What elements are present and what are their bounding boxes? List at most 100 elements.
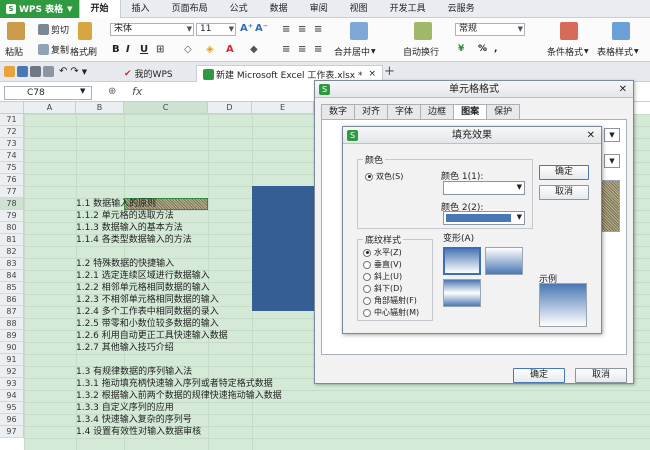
row-header[interactable]: 77 [0, 186, 24, 198]
decrease-font-icon[interactable]: A⁻ [255, 23, 268, 34]
save-icon[interactable] [17, 66, 28, 77]
row-header[interactable]: 96 [0, 414, 24, 426]
close-icon[interactable]: ✕ [587, 127, 595, 144]
row-header[interactable]: 72 [0, 126, 24, 138]
shading-horizontal-radio[interactable]: 水平(Z) [363, 247, 402, 258]
row-header[interactable]: 78 [0, 198, 24, 210]
align-bottom-icon[interactable]: ≡ [314, 24, 322, 35]
row-header[interactable]: 87 [0, 306, 24, 318]
row-header[interactable]: 82 [0, 246, 24, 258]
chevron-down-icon[interactable]: ▼ [604, 128, 620, 142]
cell-style-icon[interactable]: ◇ [184, 44, 192, 55]
column-header[interactable]: A [24, 102, 76, 114]
align-right-icon[interactable]: ≡ [314, 44, 322, 55]
cell-value[interactable]: 1.3.3 自定义序列的应用 [76, 402, 174, 414]
new-tab-icon[interactable]: + [384, 64, 395, 79]
menu-home[interactable]: 开始 [78, 0, 121, 18]
paste-button[interactable]: 粘贴 [5, 45, 23, 58]
format-painter-button[interactable]: 格式刷 [70, 45, 97, 58]
open-folder-icon[interactable] [4, 66, 15, 77]
row-header[interactable]: 75 [0, 162, 24, 174]
wrap-text-button[interactable]: 自动换行 [403, 45, 439, 58]
undo-icon[interactable]: ↶ [59, 66, 67, 77]
cell-value[interactable]: 1.3.2 根据输入前两个数据的规律快速拖动输入数据 [76, 390, 282, 402]
cut-button[interactable]: 剪切 [38, 23, 69, 36]
brush-icon[interactable] [78, 22, 92, 40]
number-format-select[interactable]: 常规 ▼ [455, 23, 525, 36]
cell-value[interactable]: 1.1.3 数据输入的基本方法 [76, 222, 183, 234]
thousands-icon[interactable]: , [494, 44, 497, 54]
color2-select[interactable]: ▼ [443, 211, 525, 225]
name-box[interactable]: C78 [4, 86, 92, 100]
menu-developer[interactable]: 开发工具 [379, 0, 437, 18]
align-left-icon[interactable]: ≡ [282, 44, 290, 55]
conditional-format-button[interactable]: 条件格式 ▼ [547, 45, 589, 58]
close-icon[interactable]: ✕ [619, 81, 627, 98]
row-header[interactable]: 94 [0, 390, 24, 402]
align-top-icon[interactable]: ≡ [282, 24, 290, 35]
increase-font-icon[interactable]: A⁺ [240, 23, 253, 34]
variant-3-swatch[interactable] [443, 279, 481, 307]
row-header[interactable]: 74 [0, 150, 24, 162]
shading-corner-radio[interactable]: 角部辐射(F) [363, 295, 417, 306]
align-center-icon[interactable]: ≡ [298, 44, 306, 55]
cell-value[interactable]: 1.4 设置有效性对输入数据审核 [76, 426, 201, 438]
wrap-icon[interactable] [414, 22, 432, 40]
currency-icon[interactable]: ¥ [458, 44, 464, 54]
chevron-down-icon[interactable]: ▼ [80, 87, 85, 95]
bold-icon[interactable]: B [112, 44, 120, 55]
row-header[interactable]: 73 [0, 138, 24, 150]
redo-icon[interactable]: ↷ [70, 66, 78, 77]
row-header[interactable]: 76 [0, 174, 24, 186]
copy-button[interactable]: 复制 [38, 43, 69, 56]
row-header[interactable]: 88 [0, 318, 24, 330]
filled-cell-range[interactable] [252, 186, 314, 311]
cell-value[interactable]: 1.1.4 各类型数据输入的方法 [76, 234, 192, 246]
cell-value[interactable]: 1.3.1 拖动填充柄快速输入序列或者特定格式数据 [76, 378, 273, 390]
menu-view[interactable]: 视图 [339, 0, 379, 18]
cell-value[interactable]: 1.2.7 其他输入技巧介绍 [76, 342, 174, 354]
italic-icon[interactable]: I [126, 44, 130, 55]
tab-font[interactable]: 字体 [387, 104, 422, 119]
color1-select[interactable]: ▼ [443, 181, 525, 195]
fill-color-icon[interactable]: ◈ [206, 44, 214, 55]
menu-formulas[interactable]: 公式 [219, 0, 259, 18]
dialog-titlebar[interactable]: S 单元格格式 ✕ [315, 81, 633, 98]
cell-value[interactable]: 1.2.6 利用自动更正工具快速输入数据 [76, 330, 228, 342]
menu-page-layout[interactable]: 页面布局 [161, 0, 219, 18]
zoom-icon[interactable]: ⊕ [108, 86, 116, 97]
cell-value[interactable]: 1.2.4 多个工作表中相同数据的录入 [76, 306, 219, 318]
column-header[interactable]: B [76, 102, 124, 114]
tab-protection[interactable]: 保护 [486, 104, 521, 119]
row-header[interactable]: 93 [0, 378, 24, 390]
menu-insert[interactable]: 插入 [121, 0, 161, 18]
row-header[interactable]: 91 [0, 354, 24, 366]
row-header[interactable]: 89 [0, 330, 24, 342]
preview-icon[interactable] [43, 66, 54, 77]
function-icon[interactable]: fx [132, 85, 142, 98]
paste-icon[interactable] [7, 22, 25, 40]
merge-icon[interactable] [350, 22, 368, 40]
border-icon[interactable]: ⊞ [156, 44, 164, 55]
app-menu-button[interactable]: S WPS 表格 ▼ [0, 0, 79, 18]
menu-review[interactable]: 审阅 [299, 0, 339, 18]
cell-value[interactable]: 1.1 数据输入的原则 [76, 198, 156, 210]
row-header[interactable]: 84 [0, 270, 24, 282]
close-icon[interactable]: × [368, 69, 376, 79]
two-color-radio[interactable]: 双色(S) [365, 171, 403, 182]
row-header[interactable]: 71 [0, 114, 24, 126]
select-all-corner[interactable] [0, 102, 24, 114]
print-icon[interactable] [30, 66, 41, 77]
format-ok-button[interactable]: 确定 [513, 368, 565, 383]
tab-number[interactable]: 数字 [321, 104, 356, 119]
dialog-titlebar[interactable]: S 填充效果 ✕ [343, 127, 601, 144]
row-header[interactable]: 81 [0, 234, 24, 246]
font-size-select[interactable]: 11 ▼ [196, 23, 236, 36]
shading-center-radio[interactable]: 中心辐射(M) [363, 307, 419, 318]
menu-data[interactable]: 数据 [259, 0, 299, 18]
tab-alignment[interactable]: 对齐 [354, 104, 389, 119]
cell-value[interactable]: 1.2 特殊数据的快捷输入 [76, 258, 174, 270]
cell-value[interactable]: 1.2.2 相邻单元格相同数据的输入 [76, 282, 210, 294]
cell-value[interactable]: 1.3 有规律数据的序列输入法 [76, 366, 192, 378]
variant-2-swatch[interactable] [485, 247, 523, 275]
